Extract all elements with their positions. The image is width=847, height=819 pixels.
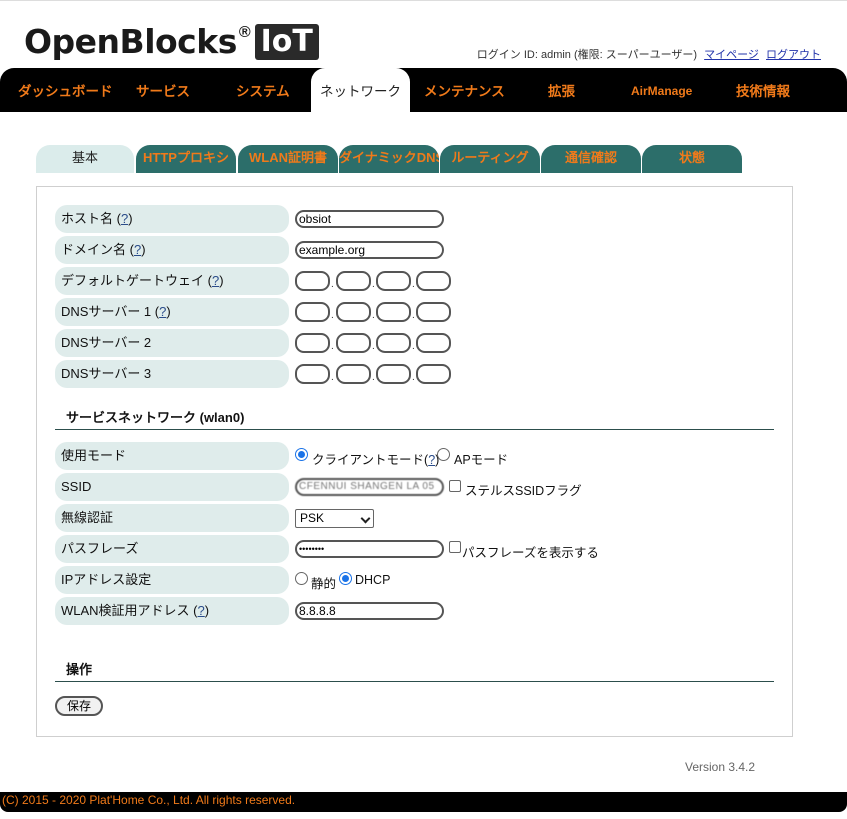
- hostname-input[interactable]: obsiot: [295, 210, 444, 228]
- gateway-octet-1[interactable]: [295, 271, 330, 291]
- ipconf-label: IPアドレス設定: [55, 566, 289, 594]
- tab-connectivity[interactable]: 通信確認: [541, 145, 641, 173]
- ssid-input[interactable]: CFENNUI SHANGEN LA 05: [295, 478, 444, 496]
- wlan-section-title: サービスネットワーク (wlan0): [66, 410, 245, 425]
- dns2-octet-4[interactable]: [416, 333, 451, 353]
- footer-bar: (C) 2015 - 2020 Plat'Home Co., Ltd. All …: [0, 792, 847, 812]
- hostname-help-link[interactable]: ?: [121, 211, 128, 226]
- dns2-octet-3[interactable]: [376, 333, 411, 353]
- dns3-label: DNSサーバー 3: [55, 360, 289, 388]
- mode-help-link[interactable]: ?: [428, 453, 435, 467]
- tab-http-proxy[interactable]: HTTPプロキシ: [136, 145, 236, 173]
- passphrase-label: パスフレーズ: [55, 535, 289, 563]
- nav-service[interactable]: サービス: [136, 68, 190, 112]
- logo-text: OpenBlocks: [24, 22, 237, 61]
- tab-wlan-cert[interactable]: WLAN証明書: [238, 145, 338, 173]
- wlan-section-divider: [55, 429, 774, 430]
- operations-section-title: 操作: [66, 662, 93, 677]
- static-ip-text: 静的: [311, 577, 337, 591]
- tab-dynamic-dns[interactable]: ダイナミックDNS: [339, 145, 439, 173]
- nav-airmanage[interactable]: AirManage: [631, 68, 692, 112]
- dhcp-text: DHCP: [355, 573, 391, 587]
- domain-help-link[interactable]: ?: [134, 242, 141, 257]
- logo-iot-badge: IoT: [254, 23, 319, 60]
- dns3-octet-4[interactable]: [416, 364, 451, 384]
- dns3-octet-1[interactable]: [295, 364, 330, 384]
- check-address-label: WLAN検証用アドレス (?): [55, 597, 289, 625]
- check-address-help-link[interactable]: ?: [198, 603, 205, 618]
- stealth-ssid-checkbox[interactable]: [449, 480, 461, 492]
- gateway-octet-3[interactable]: [376, 271, 411, 291]
- nav-maintenance[interactable]: メンテナンス: [424, 68, 505, 112]
- auth-select-value: PSK: [300, 511, 325, 525]
- logo-registered-mark: ®: [238, 23, 251, 41]
- dns1-octet-3[interactable]: [376, 302, 411, 322]
- version-text: Version 3.4.2: [685, 760, 756, 774]
- check-address-input[interactable]: 8.8.8.8: [295, 602, 444, 620]
- client-mode-text: クライアントモード(?): [312, 453, 440, 467]
- top-border: [0, 0, 847, 4]
- ssid-label: SSID: [55, 473, 289, 501]
- main-nav: ダッシュボード サービス システム ネットワーク メンテナンス 拡張 AirMa…: [0, 68, 847, 114]
- auth-select[interactable]: PSK: [295, 509, 374, 528]
- domain-input[interactable]: example.org: [295, 241, 444, 259]
- dns2-octet-2[interactable]: [336, 333, 371, 353]
- gateway-help-link[interactable]: ?: [212, 273, 219, 288]
- nav-extension[interactable]: 拡張: [548, 68, 575, 112]
- gateway-octet-2[interactable]: [336, 271, 371, 291]
- tab-status[interactable]: 状態: [642, 145, 742, 173]
- save-button[interactable]: 保存: [55, 696, 103, 716]
- dns1-octet-4[interactable]: [416, 302, 451, 322]
- tab-routing[interactable]: ルーティング: [440, 145, 540, 173]
- logout-link[interactable]: ログアウト: [766, 49, 821, 61]
- dns1-label: DNSサーバー 1 (?): [55, 298, 289, 326]
- dns1-octet-2[interactable]: [336, 302, 371, 322]
- login-id-text: ログイン ID: admin (権限: スーパーユーザー): [476, 49, 698, 61]
- nav-dashboard[interactable]: ダッシュボード: [18, 68, 113, 112]
- static-ip-radio[interactable]: [295, 572, 308, 585]
- nav-tech-info[interactable]: 技術情報: [736, 68, 790, 112]
- mode-label: 使用モード: [55, 442, 289, 470]
- dns1-octet-1[interactable]: [295, 302, 330, 322]
- show-passphrase-checkbox[interactable]: [449, 541, 461, 553]
- chevron-down-icon: [360, 513, 371, 524]
- domain-label: ドメイン名 (?): [55, 236, 289, 264]
- ap-mode-radio[interactable]: [437, 448, 450, 461]
- nav-network[interactable]: ネットワーク: [311, 68, 410, 114]
- dns2-octet-1[interactable]: [295, 333, 330, 353]
- dns3-octet-2[interactable]: [336, 364, 371, 384]
- gateway-octet-4[interactable]: [416, 271, 451, 291]
- client-mode-radio[interactable]: [295, 448, 308, 461]
- dns2-label: DNSサーバー 2: [55, 329, 289, 357]
- tab-basic[interactable]: 基本: [36, 145, 134, 173]
- auth-label: 無線認証: [55, 504, 289, 532]
- gateway-label: デフォルトゲートウェイ (?): [55, 267, 289, 295]
- ap-mode-text: APモード: [454, 453, 509, 467]
- mypage-link[interactable]: マイページ: [704, 49, 759, 61]
- dns1-help-link[interactable]: ?: [159, 304, 166, 319]
- passphrase-input[interactable]: ••••••••: [295, 540, 444, 558]
- login-info: ログイン ID: admin (権限: スーパーユーザー) マイページ ログアウ…: [477, 46, 821, 62]
- nav-system[interactable]: システム: [236, 68, 290, 112]
- operations-section-divider: [55, 681, 774, 682]
- dhcp-radio[interactable]: [339, 572, 352, 585]
- dns3-octet-3[interactable]: [376, 364, 411, 384]
- show-passphrase-text: パスフレーズを表示する: [462, 546, 599, 560]
- hostname-label: ホスト名 (?): [55, 205, 289, 233]
- copyright-text: (C) 2015 - 2020 Plat'Home Co., Ltd. All …: [2, 793, 296, 807]
- stealth-ssid-text: ステルスSSIDフラグ: [465, 484, 582, 498]
- openblocks-logo: OpenBlocks ® IoT: [24, 22, 319, 61]
